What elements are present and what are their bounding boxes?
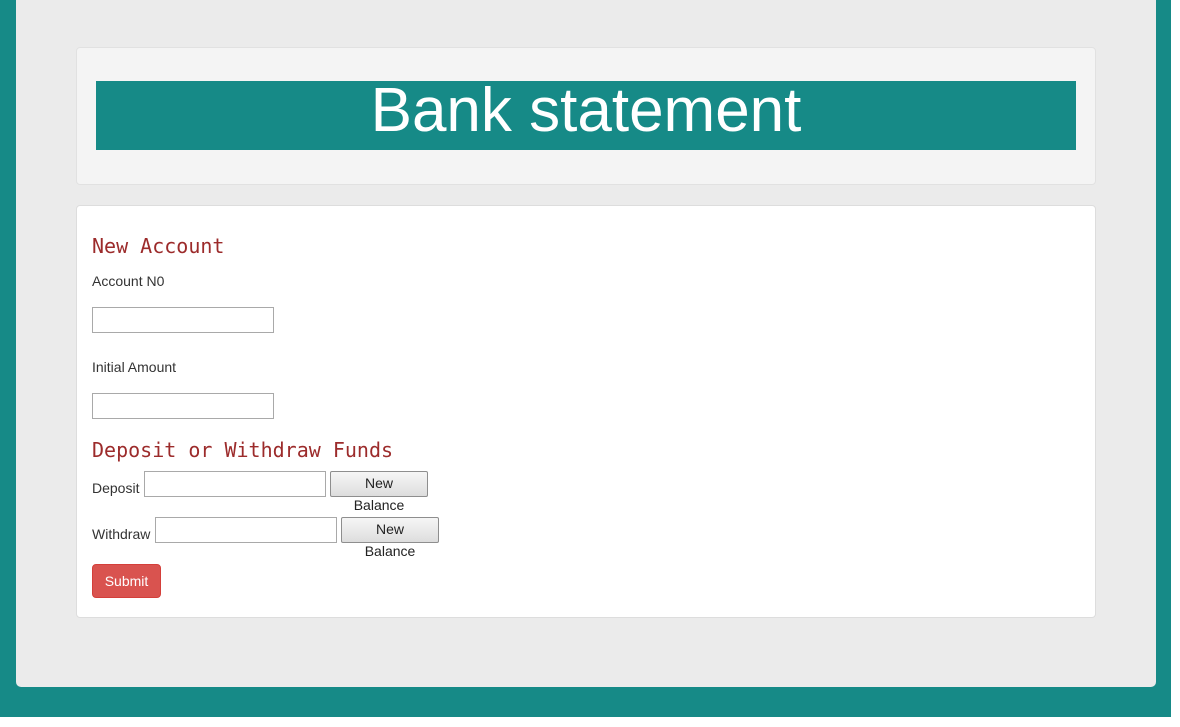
deposit-new-balance-button[interactable]: New Balance [330, 471, 428, 513]
deposit-input[interactable] [144, 471, 326, 497]
withdraw-input[interactable] [155, 517, 337, 543]
initial-amount-input[interactable] [92, 393, 274, 419]
account-no-label: Account N0 [92, 273, 165, 289]
initial-amount-label: Initial Amount [92, 359, 177, 375]
deposit-label: Deposit [92, 480, 140, 496]
page-title: Bank statement [96, 80, 1076, 150]
withdraw-new-balance-button[interactable]: New Balance [341, 517, 439, 559]
new-account-heading: New Account [92, 234, 225, 258]
withdraw-label: Withdraw [92, 526, 151, 542]
bank-form: New Account Account N0 Initial Amount De… [76, 205, 1096, 618]
deposit-withdraw-heading: Deposit or Withdraw Funds [92, 438, 394, 462]
submit-button[interactable]: Submit [92, 564, 161, 598]
header-section: Bank statement [76, 47, 1096, 185]
account-no-input[interactable] [92, 307, 274, 333]
main-container: Bank statement New Account Account N0 In… [16, 0, 1156, 687]
